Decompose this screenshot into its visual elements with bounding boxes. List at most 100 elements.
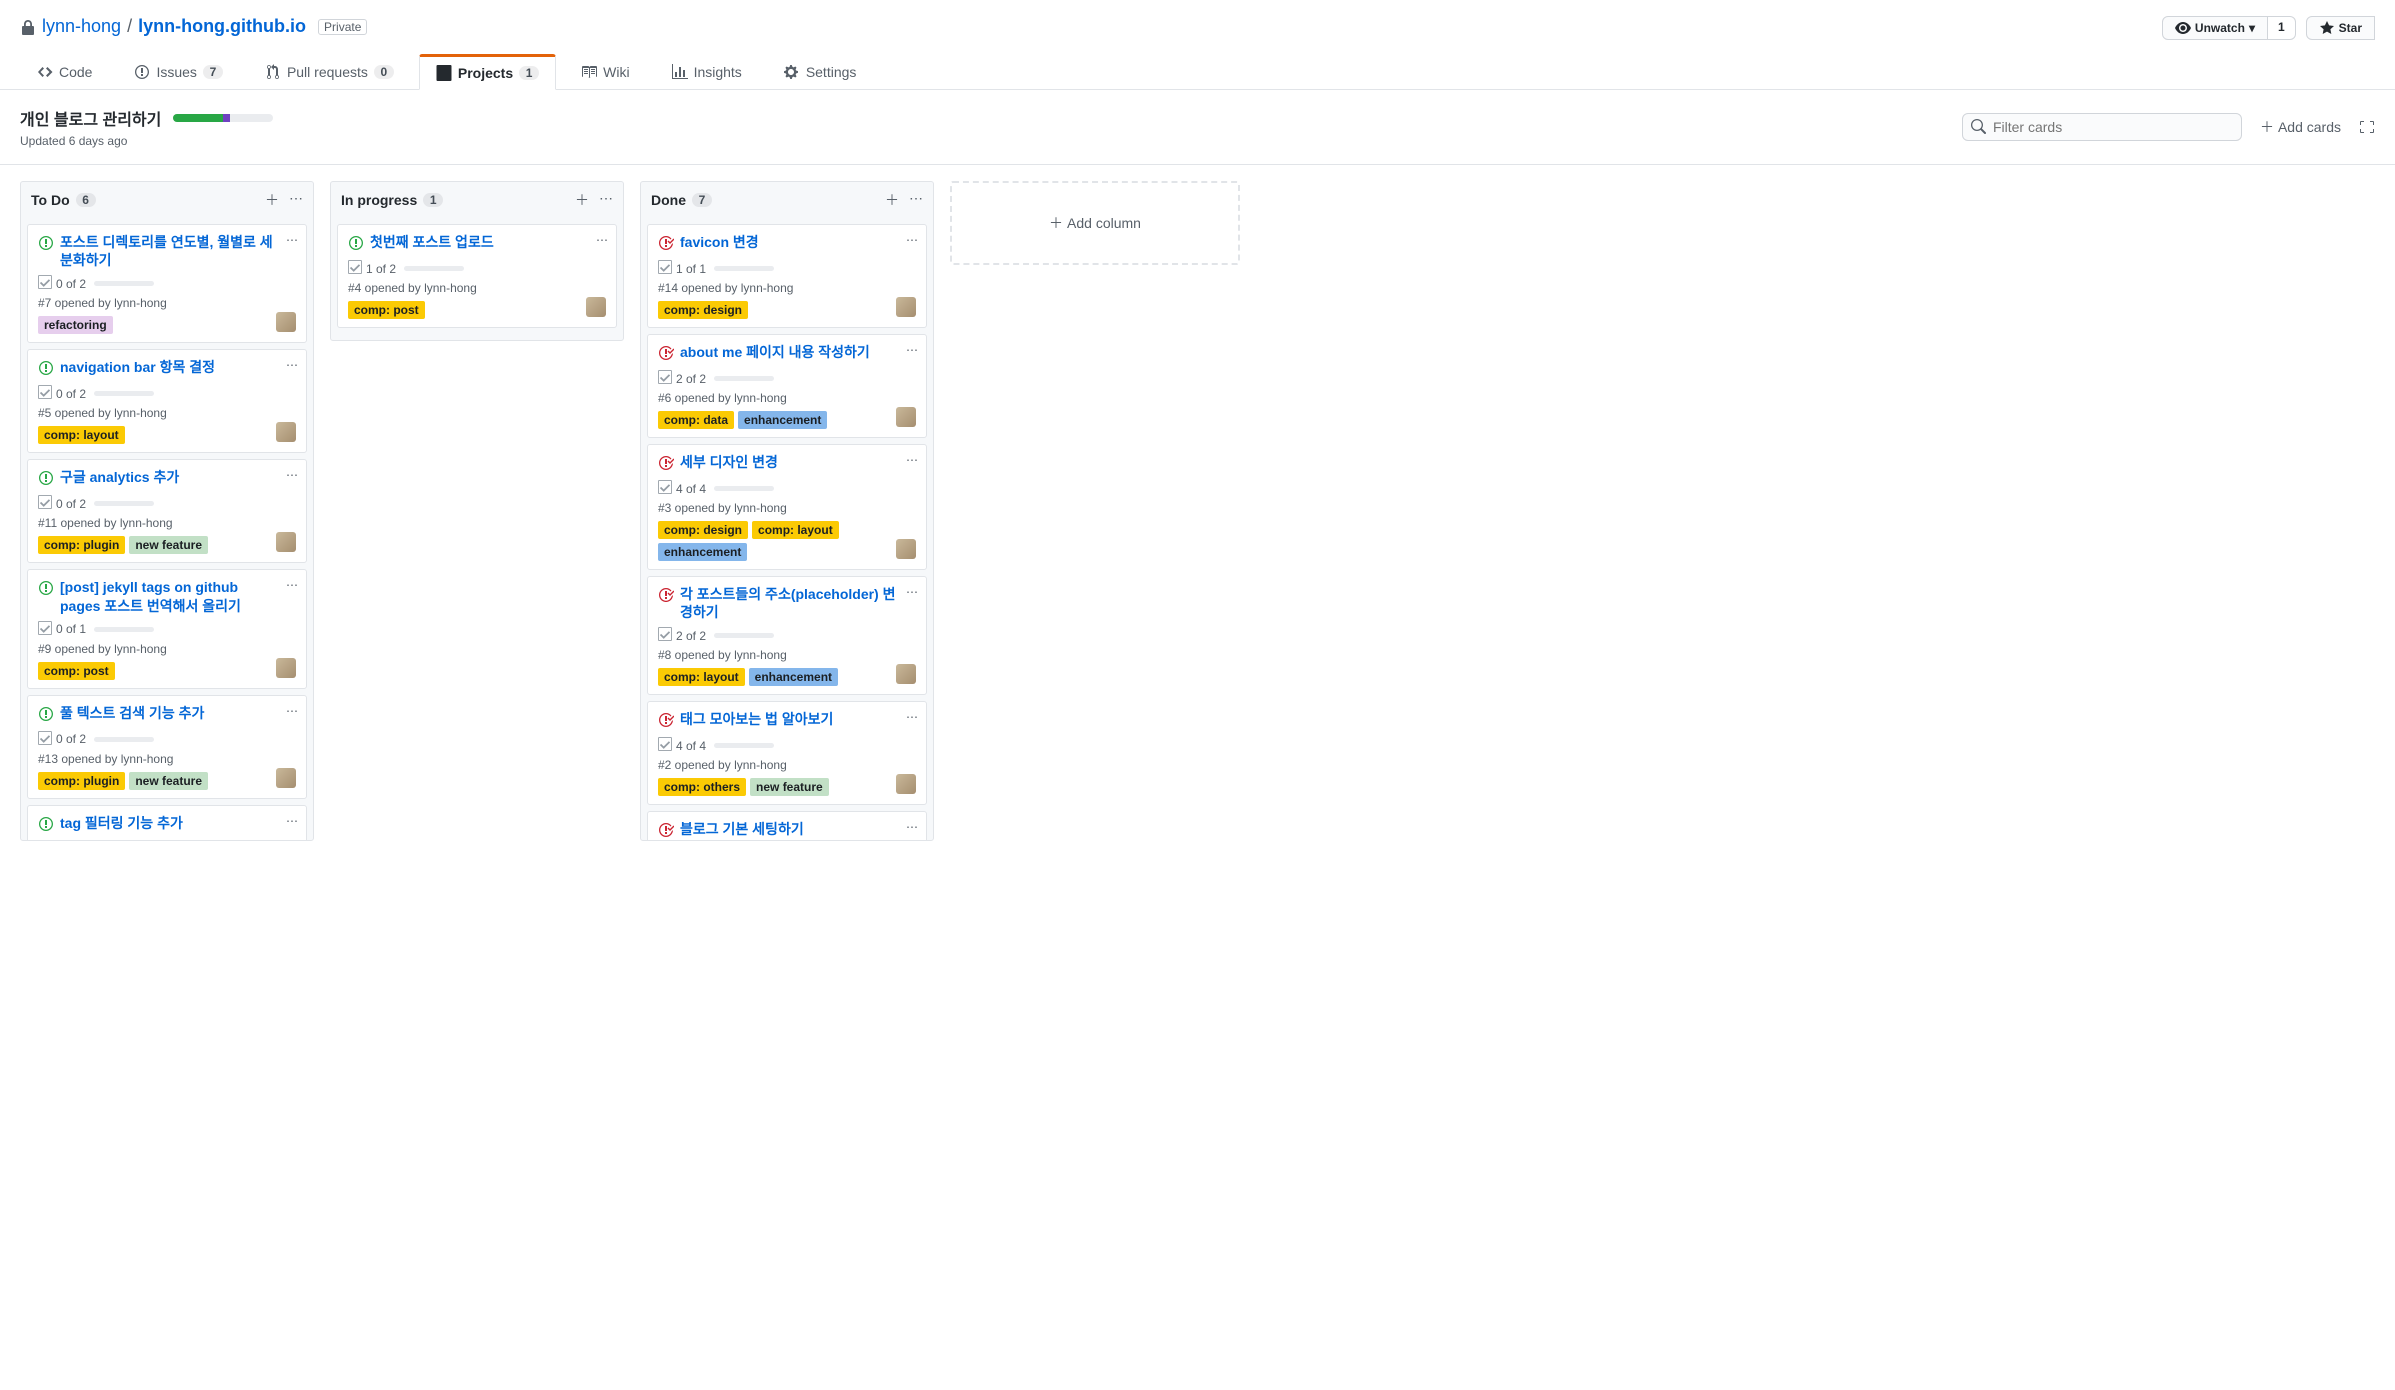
card-user[interactable]: lynn-hong	[734, 758, 787, 772]
nav-settings[interactable]: Settings	[767, 54, 874, 89]
card-user[interactable]: lynn-hong	[114, 642, 167, 656]
card[interactable]: ⋯ favicon 변경 1 of 1 #14 opened by lynn-h…	[647, 224, 927, 328]
card[interactable]: ⋯ 각 포스트들의 주소(placeholder) 변경하기 2 of 2 #8…	[647, 576, 927, 695]
card-title[interactable]: 구글 analytics 추가	[60, 468, 179, 486]
card-title[interactable]: 풀 텍스트 검색 기능 추가	[60, 704, 204, 722]
card-user[interactable]: lynn-hong	[114, 296, 167, 310]
fullscreen-button[interactable]	[2359, 119, 2375, 135]
card-menu-button[interactable]: ⋯	[906, 710, 918, 724]
watch-count[interactable]: 1	[2268, 16, 2296, 40]
label[interactable]: comp: plugin	[38, 772, 125, 790]
card-title[interactable]: 블로그 기본 세팅하기	[680, 820, 804, 838]
label[interactable]: new feature	[129, 772, 208, 790]
avatar[interactable]	[276, 532, 296, 552]
card-user[interactable]: lynn-hong	[734, 501, 787, 515]
label[interactable]: new feature	[129, 536, 208, 554]
nav-pulls[interactable]: Pull requests 0	[248, 54, 411, 89]
label[interactable]: enhancement	[738, 411, 827, 429]
card-title[interactable]: 각 포스트들의 주소(placeholder) 변경하기	[680, 585, 898, 621]
label[interactable]: enhancement	[658, 543, 747, 561]
add-column-button[interactable]: ＋ Add column	[950, 181, 1240, 265]
avatar[interactable]	[276, 422, 296, 442]
card-menu-button[interactable]: ⋯	[596, 233, 608, 247]
star-button[interactable]: Star	[2306, 16, 2375, 40]
repo-name-link[interactable]: lynn-hong.github.io	[138, 16, 306, 37]
card-user[interactable]: lynn-hong	[424, 281, 477, 295]
card-title[interactable]: tag 필터링 기능 추가	[60, 814, 183, 832]
column-add-card-button[interactable]: ＋	[885, 190, 899, 210]
label[interactable]: comp: data	[658, 411, 734, 429]
card-user[interactable]: lynn-hong	[741, 281, 794, 295]
avatar[interactable]	[896, 407, 916, 427]
label[interactable]: new feature	[750, 778, 829, 796]
label[interactable]: comp: others	[658, 778, 746, 796]
nav-projects[interactable]: Projects 1	[419, 54, 556, 90]
avatar[interactable]	[276, 658, 296, 678]
column-menu-button[interactable]: ⋯	[289, 190, 303, 210]
card-menu-button[interactable]: ⋯	[906, 820, 918, 834]
card-title[interactable]: 세부 디자인 변경	[680, 453, 778, 471]
avatar[interactable]	[276, 768, 296, 788]
label[interactable]: enhancement	[749, 668, 838, 686]
card-user[interactable]: lynn-hong	[734, 648, 787, 662]
card[interactable]: ⋯ 포스트 디렉토리를 연도별, 월별로 세분화하기 0 of 2 #7 ope…	[27, 224, 307, 343]
card[interactable]: ⋯ navigation bar 항목 결정 0 of 2 #5 opened …	[27, 349, 307, 453]
add-cards-button[interactable]: ＋ Add cards	[2260, 117, 2341, 137]
card[interactable]: ⋯ 블로그 기본 세팅하기	[647, 811, 927, 840]
card[interactable]: ⋯ [post] jekyll tags on github pages 포스트…	[27, 569, 307, 688]
nav-code[interactable]: Code	[20, 54, 109, 89]
card[interactable]: ⋯ 풀 텍스트 검색 기능 추가 0 of 2 #13 opened by ly…	[27, 695, 307, 799]
card-menu-button[interactable]: ⋯	[906, 343, 918, 357]
card-title[interactable]: 포스트 디렉토리를 연도별, 월별로 세분화하기	[60, 233, 278, 269]
label[interactable]: comp: post	[38, 662, 115, 680]
avatar[interactable]	[586, 297, 606, 317]
avatar[interactable]	[896, 539, 916, 559]
nav-issues[interactable]: Issues 7	[117, 54, 239, 89]
card-menu-button[interactable]: ⋯	[286, 704, 298, 718]
card-menu-button[interactable]: ⋯	[286, 233, 298, 247]
card-menu-button[interactable]: ⋯	[286, 814, 298, 828]
repo-owner-link[interactable]: lynn-hong	[42, 16, 121, 37]
column-menu-button[interactable]: ⋯	[909, 190, 923, 210]
card-menu-button[interactable]: ⋯	[906, 453, 918, 467]
card-title[interactable]: [post] jekyll tags on github pages 포스트 번…	[60, 578, 278, 614]
card-menu-button[interactable]: ⋯	[286, 578, 298, 592]
column-add-card-button[interactable]: ＋	[265, 190, 279, 210]
label[interactable]: comp: layout	[752, 521, 839, 539]
column-add-card-button[interactable]: ＋	[575, 190, 589, 210]
avatar[interactable]	[896, 664, 916, 684]
card-user[interactable]: lynn-hong	[734, 391, 787, 405]
label[interactable]: comp: plugin	[38, 536, 125, 554]
card-user[interactable]: lynn-hong	[114, 406, 167, 420]
column-menu-button[interactable]: ⋯	[599, 190, 613, 210]
avatar[interactable]	[896, 774, 916, 794]
avatar[interactable]	[276, 312, 296, 332]
nav-wiki[interactable]: Wiki	[564, 54, 646, 89]
card-user[interactable]: lynn-hong	[121, 752, 174, 766]
filter-input[interactable]	[1962, 113, 2242, 141]
avatar[interactable]	[896, 297, 916, 317]
card[interactable]: ⋯ 구글 analytics 추가 0 of 2 #11 opened by l…	[27, 459, 307, 563]
nav-insights[interactable]: Insights	[655, 54, 759, 89]
label[interactable]: refactoring	[38, 316, 113, 334]
label[interactable]: comp: design	[658, 301, 748, 319]
label[interactable]: comp: design	[658, 521, 748, 539]
card-menu-button[interactable]: ⋯	[286, 358, 298, 372]
label[interactable]: comp: post	[348, 301, 425, 319]
card[interactable]: ⋯ tag 필터링 기능 추가 0 of 2	[27, 805, 307, 840]
label[interactable]: comp: layout	[38, 426, 125, 444]
card-title[interactable]: 첫번째 포스트 업로드	[370, 233, 494, 251]
card-menu-button[interactable]: ⋯	[906, 233, 918, 247]
card-title[interactable]: about me 페이지 내용 작성하기	[680, 343, 870, 361]
card[interactable]: ⋯ 첫번째 포스트 업로드 1 of 2 #4 opened by lynn-h…	[337, 224, 617, 328]
card-menu-button[interactable]: ⋯	[286, 468, 298, 482]
card-title[interactable]: navigation bar 항목 결정	[60, 358, 215, 376]
card-user[interactable]: lynn-hong	[120, 516, 173, 530]
card[interactable]: ⋯ 세부 디자인 변경 4 of 4 #3 opened by lynn-hon…	[647, 444, 927, 570]
card[interactable]: ⋯ 태그 모아보는 법 알아보기 4 of 4 #2 opened by lyn…	[647, 701, 927, 805]
unwatch-button[interactable]: Unwatch ▾	[2162, 16, 2268, 40]
card-title[interactable]: 태그 모아보는 법 알아보기	[680, 710, 833, 728]
card[interactable]: ⋯ about me 페이지 내용 작성하기 2 of 2 #6 opened …	[647, 334, 927, 438]
card-title[interactable]: favicon 변경	[680, 233, 759, 251]
label[interactable]: comp: layout	[658, 668, 745, 686]
